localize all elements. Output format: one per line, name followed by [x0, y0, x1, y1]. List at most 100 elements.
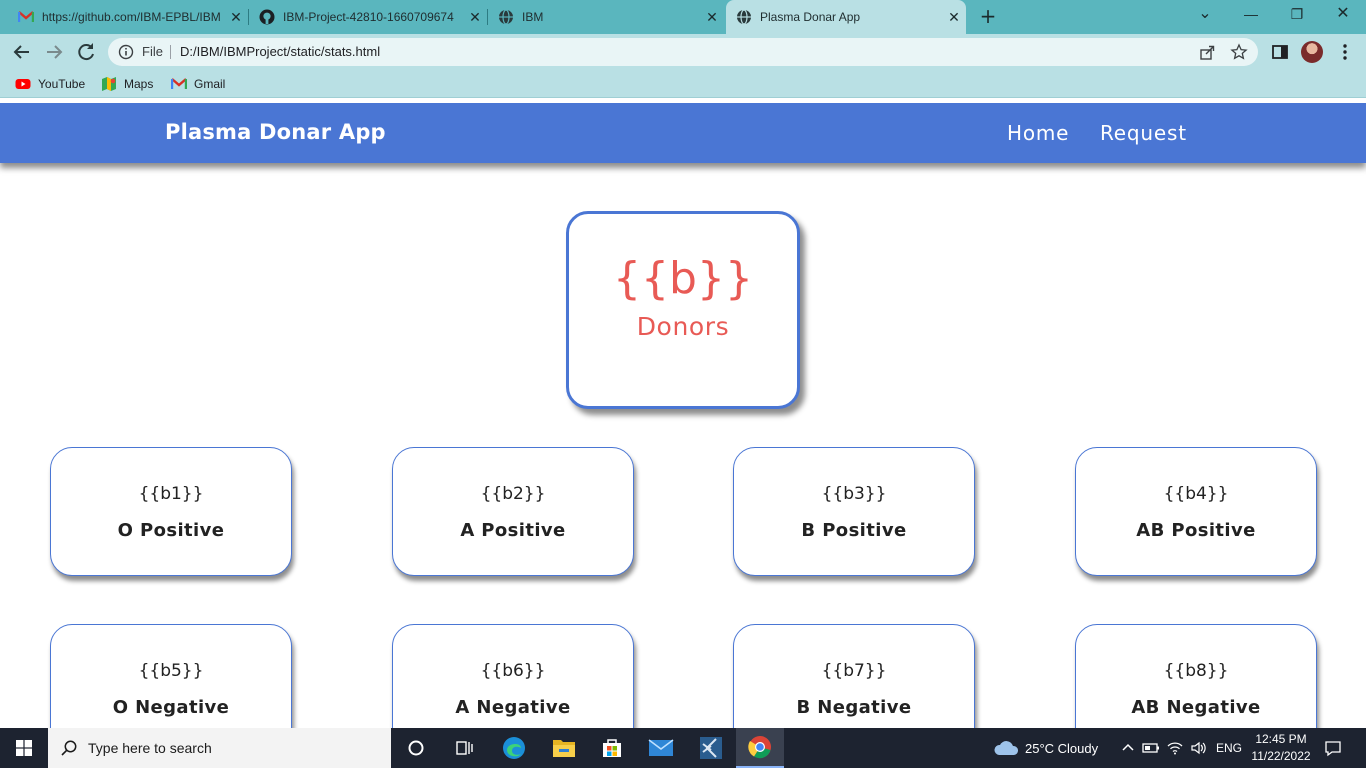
url-scheme-label: File [142, 44, 163, 59]
app-navbar: Plasma Donar App Home Request [0, 103, 1366, 163]
taskbar-search-box[interactable]: Type here to search [48, 728, 391, 768]
page-viewport: Plasma Donar App Home Request {{b}} Dono… [0, 103, 1366, 728]
vscode-icon [700, 737, 722, 759]
close-icon[interactable]: ✕ [942, 9, 966, 26]
notification-icon [1325, 741, 1341, 757]
notification-center-button[interactable] [1316, 728, 1350, 768]
restore-button[interactable]: ❐ [1274, 0, 1320, 30]
bookmark-label: Maps [124, 77, 154, 91]
language-indicator[interactable]: ENG [1216, 741, 1242, 755]
cortana-circle-icon [408, 740, 424, 756]
chevron-up-icon[interactable] [1120, 740, 1136, 756]
bookmark-maps[interactable]: Maps [101, 76, 153, 92]
gmail-icon [171, 78, 187, 89]
blood-group-card-ab-positive: {{b4}} AB Positive [1075, 447, 1317, 576]
blood-group-count: {{b5}} [138, 661, 204, 681]
blood-group-label: O Positive [117, 520, 225, 541]
tab-ibm[interactable]: IBM ✕ [488, 0, 724, 34]
tab-title: IBM-Project-42810-1660709674 [283, 10, 454, 24]
battery-icon[interactable] [1142, 740, 1160, 756]
new-tab-button[interactable]: + [976, 5, 1000, 29]
back-button[interactable] [10, 40, 34, 64]
taskbar-edge[interactable] [490, 728, 538, 768]
blood-group-count: {{b4}} [1163, 484, 1229, 504]
share-icon[interactable] [1198, 43, 1216, 61]
total-donors-value: {{b}} [613, 253, 753, 304]
system-clock[interactable]: 12:45 PM 11/22/2022 [1248, 731, 1314, 765]
reload-icon [78, 43, 94, 61]
search-placeholder: Type here to search [88, 740, 212, 756]
close-icon[interactable]: ✕ [700, 9, 724, 26]
tab-title: IBM [522, 10, 544, 24]
globe-icon [498, 9, 514, 25]
taskbar-mail[interactable] [637, 728, 685, 768]
close-icon[interactable]: ✕ [463, 9, 487, 26]
tab-github-epbl[interactable]: https://github.com/IBM-EPBL/IBM ✕ [8, 0, 248, 34]
blood-group-card-o-positive: {{b1}} O Positive [50, 447, 292, 576]
tab-title: https://github.com/IBM-EPBL/IBM [42, 10, 221, 24]
globe-icon [736, 9, 752, 25]
browser-tab-strip: https://github.com/IBM-EPBL/IBM ✕ IBM-Pr… [0, 0, 1366, 34]
blood-group-card-b-positive: {{b3}} B Positive [733, 447, 975, 576]
nav-link-home[interactable]: Home [1007, 121, 1069, 145]
clock-time: 12:45 PM [1255, 732, 1307, 746]
kebab-menu-icon[interactable] [1335, 42, 1355, 62]
bookmark-youtube[interactable]: YouTube [15, 76, 85, 92]
nav-link-request[interactable]: Request [1100, 121, 1187, 145]
mail-icon [648, 739, 674, 756]
system-tray-icons: ENG [1120, 728, 1242, 768]
blood-group-card-b-negative: {{b7}} B Negative [733, 624, 975, 728]
tab-plasma-donar-app[interactable]: Plasma Donar App ✕ [726, 0, 966, 34]
weather-text: 25°C Cloudy [1025, 740, 1099, 756]
blood-group-label: B Positive [801, 520, 907, 541]
blood-group-label: AB Positive [1136, 520, 1256, 541]
blood-group-label: B Negative [796, 697, 912, 718]
taskbar-chrome[interactable] [736, 728, 784, 768]
arrow-right-icon [47, 45, 63, 59]
tab-github-project[interactable]: IBM-Project-42810-1660709674 ✕ [249, 0, 487, 34]
blood-group-count: {{b1}} [138, 484, 204, 504]
task-view-button[interactable] [440, 728, 488, 768]
taskbar-file-explorer[interactable] [540, 728, 588, 768]
cortana-button[interactable] [392, 728, 440, 768]
address-bar[interactable]: File D:/IBM/IBMProject/static/stats.html [108, 38, 1258, 66]
browser-toolbar: File D:/IBM/IBMProject/static/stats.html [0, 34, 1366, 70]
blood-group-label: O Negative [112, 697, 230, 718]
window-close-button[interactable]: ✕ [1320, 0, 1366, 30]
blood-group-card-o-negative: {{b5}} O Negative [50, 624, 292, 728]
taskbar-vscode[interactable] [687, 728, 735, 768]
store-icon [603, 739, 621, 757]
info-icon[interactable] [118, 44, 134, 60]
volume-icon[interactable] [1190, 740, 1208, 756]
windows-taskbar: Type here to search 25°C Cloudy ENG 12:4… [0, 728, 1366, 768]
wifi-icon[interactable] [1166, 740, 1184, 756]
blood-group-count: {{b3}} [821, 484, 887, 504]
bookmarks-bar: YouTube Maps Gmail [0, 70, 1366, 98]
folder-icon [553, 740, 575, 757]
side-panel-icon[interactable] [1270, 42, 1290, 62]
weather-widget[interactable]: 25°C Cloudy [992, 728, 1098, 768]
start-button[interactable] [0, 728, 48, 768]
star-icon[interactable] [1230, 43, 1248, 61]
tab-search-button[interactable]: ⌄ [1182, 0, 1228, 30]
reload-button[interactable] [74, 40, 98, 64]
chrome-icon [748, 736, 771, 759]
bookmark-gmail[interactable]: Gmail [171, 76, 225, 92]
url-text[interactable]: D:/IBM/IBMProject/static/stats.html [180, 44, 380, 59]
url-divider [170, 45, 171, 59]
close-icon[interactable]: ✕ [224, 9, 248, 26]
tab-title: Plasma Donar App [760, 10, 861, 24]
blood-group-count: {{b7}} [821, 661, 887, 681]
profile-avatar[interactable] [1301, 41, 1323, 63]
clock-date: 11/22/2022 [1251, 749, 1311, 763]
forward-button[interactable] [42, 40, 66, 64]
blood-group-card-a-negative: {{b6}} A Negative [392, 624, 634, 728]
task-view-icon [456, 741, 473, 755]
edge-icon [503, 737, 525, 759]
blood-group-label: AB Negative [1131, 697, 1261, 718]
blood-group-count: {{b2}} [480, 484, 546, 504]
taskbar-store[interactable] [588, 728, 636, 768]
minimize-button[interactable]: — [1228, 0, 1274, 30]
app-brand[interactable]: Plasma Donar App [165, 120, 386, 144]
blood-group-card-ab-negative: {{b8}} AB Negative [1075, 624, 1317, 728]
